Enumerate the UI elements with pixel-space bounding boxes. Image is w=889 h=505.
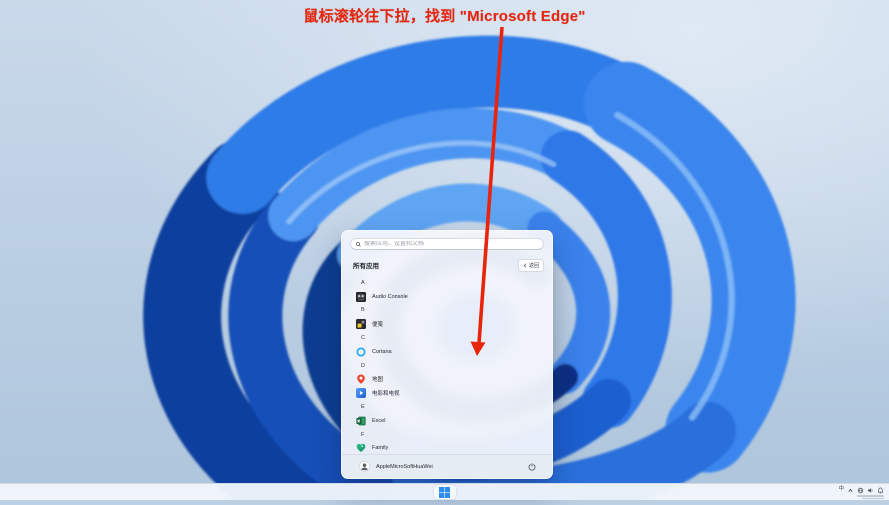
power-button[interactable] — [528, 462, 536, 471]
app-row-sticky-notes[interactable]: 便笺 — [342, 317, 552, 331]
cortana-icon — [356, 347, 366, 357]
tray-datetime[interactable] — [857, 495, 884, 500]
start-search-box[interactable] — [350, 238, 544, 250]
app-row-maps[interactable]: 地图 — [342, 373, 552, 387]
all-apps-header: 所有应用 返回 — [353, 258, 544, 272]
app-label: Family — [372, 445, 389, 452]
app-row-excel[interactable]: Excel — [342, 414, 552, 428]
annotation-text: 鼠标滚轮往下拉，找到 "Microsoft Edge" — [303, 8, 586, 25]
start-menu-user-bar: AppleMicroSoftHuaWei — [342, 454, 552, 478]
user-account-button[interactable]: AppleMicroSoftHuaWei — [376, 464, 433, 470]
power-icon — [528, 462, 536, 471]
search-icon — [356, 241, 361, 247]
all-apps-title: 所有应用 — [353, 263, 379, 270]
section-letter-c[interactable]: C — [342, 331, 552, 345]
app-label: 地图 — [372, 377, 384, 384]
windows-logo-icon — [439, 486, 450, 498]
hidden-icons-chevron-icon[interactable] — [847, 487, 854, 494]
section-letter-d[interactable]: D — [342, 359, 552, 373]
audio-console-icon — [356, 291, 366, 302]
section-letter-b[interactable]: B — [342, 304, 552, 318]
all-apps-list: A Audio Console B 便笺 C Cortana D 地图 电影和电… — [342, 276, 552, 455]
system-tray: 中 — [838, 486, 884, 500]
app-label: 便笺 — [372, 322, 384, 329]
start-menu-panel: 所有应用 返回 A Audio Console B — [341, 230, 553, 479]
section-letter-a[interactable]: A — [342, 276, 552, 290]
volume-icon[interactable] — [867, 487, 874, 494]
section-letter-e[interactable]: E — [342, 400, 552, 414]
app-row-audio-console[interactable]: Audio Console — [342, 290, 552, 304]
app-row-movies-tv[interactable]: 电影和电视 — [342, 386, 552, 400]
back-button-label: 返回 — [528, 262, 539, 269]
start-button[interactable] — [433, 485, 456, 499]
app-row-cortana[interactable]: Cortana — [342, 345, 552, 359]
sticky-notes-icon — [356, 319, 366, 330]
app-label: Cortana — [372, 348, 392, 355]
back-button[interactable]: 返回 — [517, 258, 544, 272]
movies-tv-icon — [356, 388, 366, 399]
notifications-bell-icon[interactable] — [877, 487, 884, 494]
chevron-left-icon — [523, 263, 527, 267]
maps-pin-icon — [356, 374, 366, 385]
excel-icon — [356, 416, 366, 426]
network-icon[interactable] — [857, 487, 864, 494]
ime-indicator[interactable]: 中 — [838, 487, 844, 493]
app-label: Excel — [372, 417, 386, 424]
family-heart-icon — [356, 443, 366, 453]
app-label: 电影和电视 — [372, 391, 400, 398]
taskbar: 中 — [0, 483, 889, 500]
search-input[interactable] — [364, 241, 538, 247]
section-letter-f[interactable]: F — [342, 428, 552, 442]
tray-icons: 中 — [838, 486, 884, 494]
app-label: Audio Console — [372, 293, 408, 300]
user-avatar-icon[interactable] — [359, 461, 370, 472]
